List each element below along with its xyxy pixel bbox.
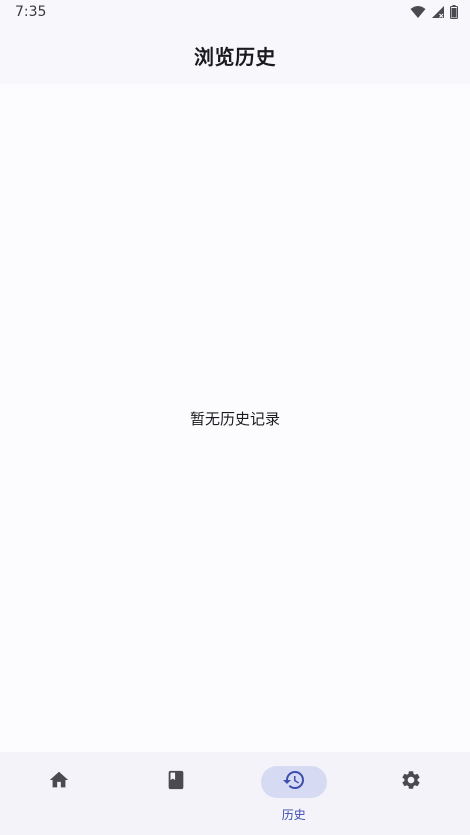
gear-icon (400, 769, 422, 795)
wifi-icon (410, 5, 426, 19)
empty-state-message: 暂无历史记录 (189, 410, 280, 428)
nav-pill-settings (378, 766, 444, 798)
battery-icon (450, 5, 458, 19)
signal-icon (431, 5, 445, 19)
home-icon (48, 769, 70, 795)
nav-item-home[interactable] (0, 752, 118, 835)
nav-item-history[interactable]: 历史 (235, 752, 353, 835)
top-app-bar: 浏览历史 (0, 26, 470, 84)
book-icon (165, 769, 187, 795)
nav-pill-library (143, 766, 209, 798)
status-time: 7:35 (15, 4, 47, 20)
nav-pill-home (26, 766, 92, 798)
nav-item-library[interactable] (118, 752, 236, 835)
status-bar: 7:35 (0, 0, 470, 26)
nav-label-history: 历史 (281, 808, 306, 822)
page-title: 浏览历史 (194, 44, 276, 69)
history-icon (282, 768, 306, 796)
history-content: 暂无历史记录 (0, 84, 470, 752)
status-icons (410, 5, 458, 19)
nav-pill-history (260, 766, 327, 798)
nav-item-settings[interactable] (353, 752, 470, 835)
bottom-navigation: 历史 (0, 752, 470, 835)
